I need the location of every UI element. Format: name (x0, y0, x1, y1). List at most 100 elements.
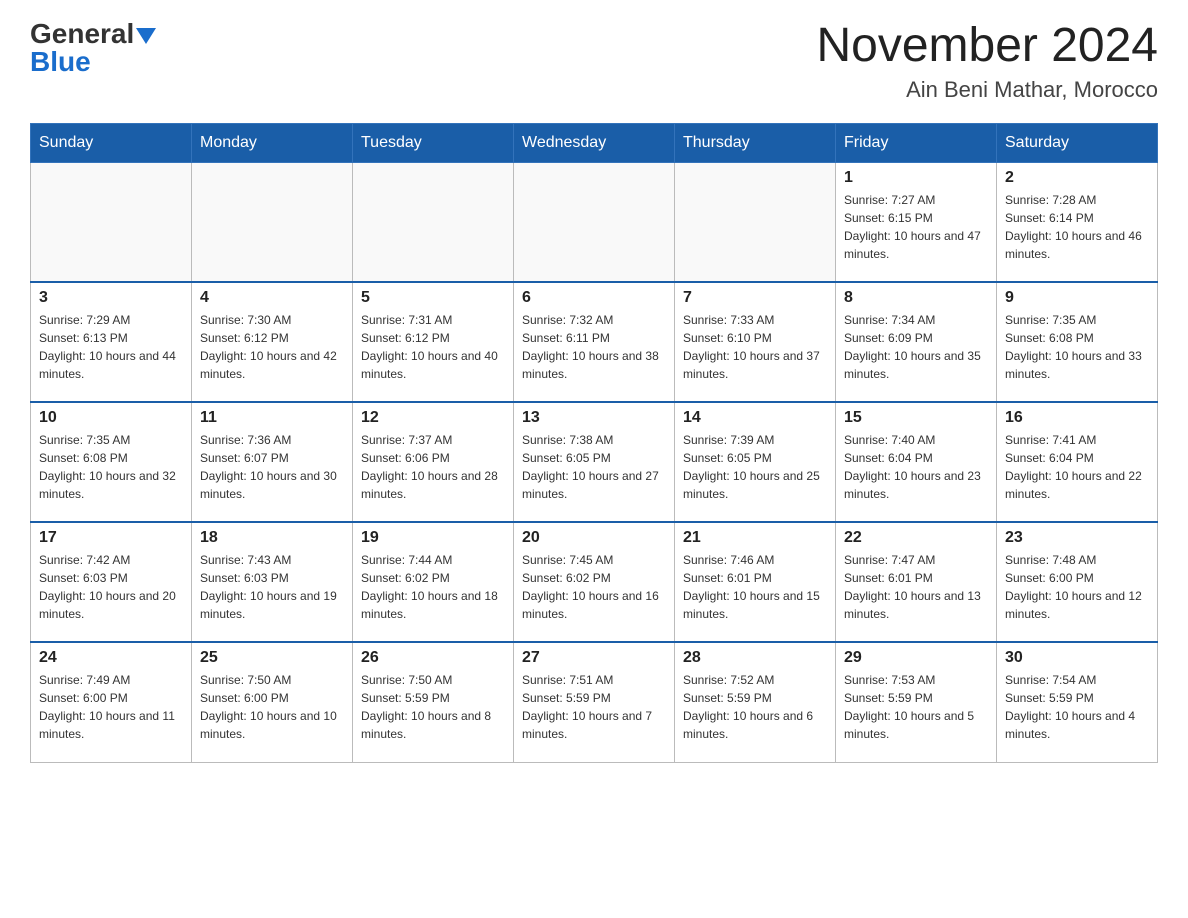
title-section: November 2024 Ain Beni Mathar, Morocco (816, 20, 1158, 103)
calendar-cell: 11 Sunrise: 7:36 AM Sunset: 6:07 PM Dayli… (192, 402, 353, 522)
day-number: 9 (1005, 289, 1149, 307)
day-info: Sunrise: 7:34 AM Sunset: 6:09 PM Dayligh… (844, 311, 988, 383)
calendar-cell: 10 Sunrise: 7:35 AM Sunset: 6:08 PM Dayli… (31, 402, 192, 522)
calendar-cell (192, 162, 353, 282)
day-info: Sunrise: 7:42 AM Sunset: 6:03 PM Dayligh… (39, 551, 183, 623)
calendar-cell: 25Sunrise: 7:50 AM Sunset: 6:00 PM Dayli… (192, 642, 353, 762)
calendar-cell: 23 Sunrise: 7:48 AM Sunset: 6:00 PM Dayli… (997, 522, 1158, 642)
calendar-cell: 22 Sunrise: 7:47 AM Sunset: 6:01 PM Dayli… (836, 522, 997, 642)
day-number: 16 (1005, 409, 1149, 427)
day-info: Sunrise: 7:38 AM Sunset: 6:05 PM Dayligh… (522, 431, 666, 503)
calendar-cell: 29 Sunrise: 7:53 AM Sunset: 5:59 PM Dayli… (836, 642, 997, 762)
calendar-cell: 30Sunrise: 7:54 AM Sunset: 5:59 PM Dayli… (997, 642, 1158, 762)
day-info: Sunrise: 7:41 AM Sunset: 6:04 PM Dayligh… (1005, 431, 1149, 503)
day-info: Sunrise: 7:53 AM Sunset: 5:59 PM Dayligh… (844, 671, 988, 743)
calendar-cell: 8 Sunrise: 7:34 AM Sunset: 6:09 PM Daylig… (836, 282, 997, 402)
day-number: 7 (683, 289, 827, 307)
calendar-cell: 2Sunrise: 7:28 AM Sunset: 6:14 PM Daylig… (997, 162, 1158, 282)
day-info: Sunrise: 7:40 AM Sunset: 6:04 PM Dayligh… (844, 431, 988, 503)
day-number: 10 (39, 409, 183, 427)
calendar-cell: 9 Sunrise: 7:35 AM Sunset: 6:08 PM Daylig… (997, 282, 1158, 402)
day-number: 21 (683, 529, 827, 547)
day-info: Sunrise: 7:32 AM Sunset: 6:11 PM Dayligh… (522, 311, 666, 383)
day-info: Sunrise: 7:43 AM Sunset: 6:03 PM Dayligh… (200, 551, 344, 623)
day-number: 14 (683, 409, 827, 427)
day-number: 5 (361, 289, 505, 307)
day-number: 15 (844, 409, 988, 427)
day-number: 20 (522, 529, 666, 547)
col-header-sunday: Sunday (31, 123, 192, 162)
col-header-monday: Monday (192, 123, 353, 162)
day-info: Sunrise: 7:52 AM Sunset: 5:59 PM Dayligh… (683, 671, 827, 743)
page-header: General Blue November 2024 Ain Beni Math… (30, 20, 1158, 103)
calendar-week-row: 1Sunrise: 7:27 AM Sunset: 6:15 PM Daylig… (31, 162, 1158, 282)
day-info: Sunrise: 7:49 AM Sunset: 6:00 PM Dayligh… (39, 671, 183, 743)
calendar-cell: 28 Sunrise: 7:52 AM Sunset: 5:59 PM Dayli… (675, 642, 836, 762)
calendar-cell: 12 Sunrise: 7:37 AM Sunset: 6:06 PM Dayli… (353, 402, 514, 522)
day-number: 19 (361, 529, 505, 547)
day-number: 11 (200, 409, 344, 427)
calendar-cell: 19 Sunrise: 7:44 AM Sunset: 6:02 PM Dayli… (353, 522, 514, 642)
calendar-cell: 21 Sunrise: 7:46 AM Sunset: 6:01 PM Dayli… (675, 522, 836, 642)
calendar-cell: 4Sunrise: 7:30 AM Sunset: 6:12 PM Daylig… (192, 282, 353, 402)
day-number: 18 (200, 529, 344, 547)
calendar-week-row: 10 Sunrise: 7:35 AM Sunset: 6:08 PM Dayli… (31, 402, 1158, 522)
day-number: 6 (522, 289, 666, 307)
day-number: 3 (39, 289, 183, 307)
day-number: 23 (1005, 529, 1149, 547)
calendar-cell: 5Sunrise: 7:31 AM Sunset: 6:12 PM Daylig… (353, 282, 514, 402)
logo-general-text: General (30, 18, 134, 49)
day-number: 22 (844, 529, 988, 547)
day-number: 17 (39, 529, 183, 547)
calendar-cell: 27Sunrise: 7:51 AM Sunset: 5:59 PM Dayli… (514, 642, 675, 762)
day-number: 8 (844, 289, 988, 307)
calendar-cell (514, 162, 675, 282)
day-number: 29 (844, 649, 988, 667)
col-header-saturday: Saturday (997, 123, 1158, 162)
day-info: Sunrise: 7:51 AM Sunset: 5:59 PM Dayligh… (522, 671, 666, 743)
col-header-thursday: Thursday (675, 123, 836, 162)
day-info: Sunrise: 7:37 AM Sunset: 6:06 PM Dayligh… (361, 431, 505, 503)
logo: General Blue (30, 20, 156, 76)
day-info: Sunrise: 7:33 AM Sunset: 6:10 PM Dayligh… (683, 311, 827, 383)
day-info: Sunrise: 7:50 AM Sunset: 5:59 PM Dayligh… (361, 671, 505, 743)
day-info: Sunrise: 7:48 AM Sunset: 6:00 PM Dayligh… (1005, 551, 1149, 623)
calendar-subtitle: Ain Beni Mathar, Morocco (816, 77, 1158, 103)
day-info: Sunrise: 7:28 AM Sunset: 6:14 PM Dayligh… (1005, 191, 1149, 263)
day-number: 30 (1005, 649, 1149, 667)
calendar-cell: 16 Sunrise: 7:41 AM Sunset: 6:04 PM Dayli… (997, 402, 1158, 522)
calendar-cell: 17 Sunrise: 7:42 AM Sunset: 6:03 PM Dayli… (31, 522, 192, 642)
day-info: Sunrise: 7:29 AM Sunset: 6:13 PM Dayligh… (39, 311, 183, 383)
day-info: Sunrise: 7:35 AM Sunset: 6:08 PM Dayligh… (39, 431, 183, 503)
day-number: 13 (522, 409, 666, 427)
day-info: Sunrise: 7:35 AM Sunset: 6:08 PM Dayligh… (1005, 311, 1149, 383)
calendar-cell: 6 Sunrise: 7:32 AM Sunset: 6:11 PM Daylig… (514, 282, 675, 402)
col-header-tuesday: Tuesday (353, 123, 514, 162)
logo-blue-text: Blue (30, 48, 91, 76)
day-number: 12 (361, 409, 505, 427)
logo-top-row: General (30, 20, 156, 48)
calendar-cell: 20Sunrise: 7:45 AM Sunset: 6:02 PM Dayli… (514, 522, 675, 642)
calendar-cell: 7 Sunrise: 7:33 AM Sunset: 6:10 PM Daylig… (675, 282, 836, 402)
day-info: Sunrise: 7:30 AM Sunset: 6:12 PM Dayligh… (200, 311, 344, 383)
calendar-cell: 26Sunrise: 7:50 AM Sunset: 5:59 PM Dayli… (353, 642, 514, 762)
calendar-cell: 24Sunrise: 7:49 AM Sunset: 6:00 PM Dayli… (31, 642, 192, 762)
calendar-cell (353, 162, 514, 282)
col-header-wednesday: Wednesday (514, 123, 675, 162)
calendar-cell: 3 Sunrise: 7:29 AM Sunset: 6:13 PM Daylig… (31, 282, 192, 402)
calendar-week-row: 17 Sunrise: 7:42 AM Sunset: 6:03 PM Dayli… (31, 522, 1158, 642)
day-info: Sunrise: 7:36 AM Sunset: 6:07 PM Dayligh… (200, 431, 344, 503)
logo-triangle-icon (136, 28, 156, 44)
day-number: 1 (844, 169, 988, 187)
calendar-week-row: 3 Sunrise: 7:29 AM Sunset: 6:13 PM Daylig… (31, 282, 1158, 402)
calendar-cell: 18 Sunrise: 7:43 AM Sunset: 6:03 PM Dayli… (192, 522, 353, 642)
day-info: Sunrise: 7:44 AM Sunset: 6:02 PM Dayligh… (361, 551, 505, 623)
day-info: Sunrise: 7:46 AM Sunset: 6:01 PM Dayligh… (683, 551, 827, 623)
day-info: Sunrise: 7:47 AM Sunset: 6:01 PM Dayligh… (844, 551, 988, 623)
day-number: 28 (683, 649, 827, 667)
calendar-cell: 1Sunrise: 7:27 AM Sunset: 6:15 PM Daylig… (836, 162, 997, 282)
calendar-week-row: 24Sunrise: 7:49 AM Sunset: 6:00 PM Dayli… (31, 642, 1158, 762)
col-header-friday: Friday (836, 123, 997, 162)
calendar-cell (675, 162, 836, 282)
day-info: Sunrise: 7:39 AM Sunset: 6:05 PM Dayligh… (683, 431, 827, 503)
